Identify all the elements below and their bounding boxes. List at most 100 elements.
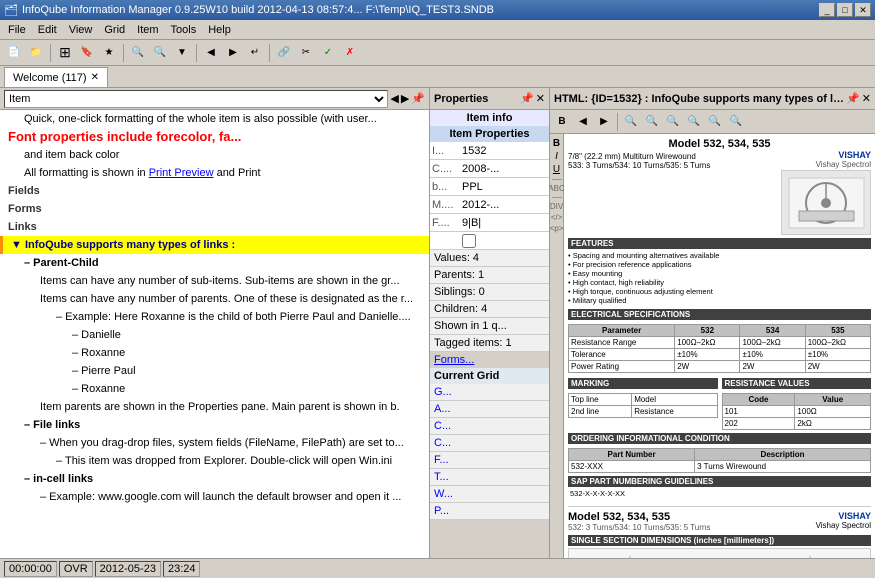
table-header: 534 bbox=[740, 325, 805, 337]
grid-item-f[interactable]: F... bbox=[430, 452, 549, 469]
print-preview-link[interactable]: Print Preview bbox=[149, 167, 214, 179]
html-btn6[interactable]: 🔍 bbox=[726, 112, 746, 132]
list-item: – Example: www.google.com will launch th… bbox=[0, 488, 429, 506]
table-cell: Top line bbox=[569, 394, 632, 406]
menu-file[interactable]: File bbox=[2, 22, 32, 38]
prop-value-created: 2008-... bbox=[462, 163, 547, 175]
menu-edit[interactable]: Edit bbox=[32, 22, 63, 38]
toolbar-grid[interactable]: ⊞ bbox=[55, 43, 75, 63]
table-cell: 100Ω bbox=[795, 406, 871, 418]
html-btn5[interactable]: 🔍 bbox=[705, 112, 725, 132]
stat-siblings: Siblings: 0 bbox=[430, 284, 549, 301]
fmt-tag2[interactable]: <p> bbox=[550, 224, 563, 233]
toolbar-new[interactable]: 📄 bbox=[4, 43, 24, 63]
marking-table: Top lineModel 2nd lineResistance bbox=[568, 393, 718, 418]
dimensions-label: SINGLE SECTION DIMENSIONS (inches [milli… bbox=[568, 535, 871, 546]
html-panel-header: HTML: {ID=1532} : InfoQube supports many… bbox=[550, 88, 875, 110]
toolbar-check[interactable]: ✓ bbox=[318, 43, 338, 63]
list-item: Fields bbox=[0, 182, 429, 200]
list-item: – Example: Here Roxanne is the child of … bbox=[0, 308, 429, 326]
forms-link[interactable]: Forms... bbox=[430, 352, 549, 368]
toolbar-cut[interactable]: ✂ bbox=[296, 43, 316, 63]
list-item: Font properties include forecolor, fa... bbox=[0, 128, 429, 146]
status-time2: 23:24 bbox=[163, 561, 201, 577]
grid-item-c1[interactable]: C... bbox=[430, 418, 549, 435]
list-item: – Roxanne bbox=[0, 380, 429, 398]
toolbar-star[interactable]: ★ bbox=[99, 43, 119, 63]
grid-item-p[interactable]: P... bbox=[430, 503, 549, 520]
format-toolbar-vertical: B I U ABC DIV </> <p> bbox=[550, 134, 564, 558]
table-row: Parameter 532 534 535 bbox=[569, 325, 871, 337]
grid-item-t[interactable]: T... bbox=[430, 469, 549, 486]
toolbar-search2[interactable]: 🔍 bbox=[150, 43, 170, 63]
html-close[interactable]: ✕ bbox=[862, 92, 871, 105]
fmt-div[interactable]: DIV bbox=[550, 202, 563, 211]
grid-item-g[interactable]: G... bbox=[430, 384, 549, 401]
menu-help[interactable]: Help bbox=[202, 22, 237, 38]
toolbar-search1[interactable]: 🔍 bbox=[128, 43, 148, 63]
part-number-label: SAP PART NUMBERING GUIDELINES bbox=[568, 476, 871, 487]
grid-item-a[interactable]: A... bbox=[430, 401, 549, 418]
props-close[interactable]: ✕ bbox=[536, 92, 545, 105]
html-btn1[interactable]: 🔍 bbox=[621, 112, 641, 132]
prop-row-checkbox bbox=[430, 232, 549, 250]
table-row: 2022kΩ bbox=[722, 418, 871, 430]
expand-icon: ▼ bbox=[11, 239, 25, 251]
outline-nav-forward[interactable]: ▶ bbox=[401, 92, 409, 105]
toolbar-back[interactable]: ◀ bbox=[201, 43, 221, 63]
toolbar-btn1[interactable]: ↵ bbox=[245, 43, 265, 63]
html-content-area[interactable]: Model 532, 534, 535 VISHAY Vishay Spectr… bbox=[564, 134, 875, 558]
fmt-underline[interactable]: U bbox=[553, 164, 560, 175]
toolbar-bookmark[interactable]: 🔖 bbox=[77, 43, 97, 63]
table-row: 532-XXX 3 Turns Wirewound bbox=[569, 461, 871, 473]
html-nav-forward[interactable]: ▶ bbox=[594, 112, 614, 132]
grid-item-c2[interactable]: C... bbox=[430, 435, 549, 452]
list-item: Links bbox=[0, 218, 429, 236]
table-row: Tolerance ±10% ±10% ±10% bbox=[569, 349, 871, 361]
outline-content[interactable]: Quick, one-click formatting of the whole… bbox=[0, 110, 429, 558]
prop-checkbox[interactable] bbox=[462, 234, 476, 248]
tab-close[interactable]: ✕ bbox=[91, 72, 99, 83]
prop-row-f: F.... 9|B| bbox=[430, 214, 549, 232]
toolbar-link[interactable]: 🔗 bbox=[274, 43, 294, 63]
electrical-label: ELECTRICAL SPECIFICATIONS bbox=[568, 309, 871, 320]
tab-welcome[interactable]: Welcome (117) ✕ bbox=[4, 67, 108, 87]
fmt-italic[interactable]: I bbox=[555, 151, 558, 162]
list-item-selected[interactable]: ▼ InfoQube supports many types of links … bbox=[0, 236, 429, 254]
list-item: – This item was dropped from Explorer. D… bbox=[0, 452, 429, 470]
menu-view[interactable]: View bbox=[63, 22, 99, 38]
close-button[interactable]: ✕ bbox=[855, 3, 871, 17]
html-btn2[interactable]: 🔍 bbox=[642, 112, 662, 132]
menu-grid[interactable]: Grid bbox=[98, 22, 131, 38]
toolbar-open[interactable]: 📁 bbox=[26, 43, 46, 63]
fmt-bold[interactable]: B bbox=[553, 138, 560, 149]
outline-nav-back[interactable]: ◀ bbox=[390, 92, 398, 105]
maximize-button[interactable]: □ bbox=[837, 3, 853, 17]
minimize-button[interactable]: _ bbox=[819, 3, 835, 17]
vishay-doc-text: Model 532, 534, 535 VISHAY Vishay Spectr… bbox=[568, 138, 871, 305]
table-row: 101100Ω bbox=[722, 406, 871, 418]
table-header: Parameter bbox=[569, 325, 675, 337]
outline-dropdown[interactable]: Item bbox=[4, 90, 388, 108]
toolbar-forward[interactable]: ▶ bbox=[223, 43, 243, 63]
prop-row-b: b... PPL bbox=[430, 178, 549, 196]
menu-item[interactable]: Item bbox=[131, 22, 164, 38]
menu-tools[interactable]: Tools bbox=[165, 22, 203, 38]
grid-item-w[interactable]: W... bbox=[430, 486, 549, 503]
html-btn4[interactable]: 🔍 bbox=[684, 112, 704, 132]
table-cell: 3 Turns Wirewound bbox=[695, 461, 871, 473]
outline-pin[interactable]: 📌 bbox=[411, 92, 425, 105]
html-btn3[interactable]: 🔍 bbox=[663, 112, 683, 132]
properties-panel: Properties 📌 ✕ Item info Item Properties… bbox=[430, 88, 550, 558]
table-cell: 2kΩ bbox=[795, 418, 871, 430]
toolbar-x[interactable]: ✗ bbox=[340, 43, 360, 63]
html-nav-back[interactable]: ◀ bbox=[573, 112, 593, 132]
toolbar-filter[interactable]: ▼ bbox=[172, 43, 192, 63]
properties-content[interactable]: Item info Item Properties I... 1532 C...… bbox=[430, 110, 549, 558]
fmt-tag1[interactable]: </> bbox=[551, 213, 563, 222]
props-pin[interactable]: 📌 bbox=[520, 92, 534, 105]
toolbar-sep-3 bbox=[196, 44, 197, 62]
html-bold[interactable]: B bbox=[552, 112, 572, 132]
html-pin[interactable]: 📌 bbox=[846, 92, 860, 105]
resistance-label: RESISTANCE VALUES bbox=[722, 378, 872, 389]
